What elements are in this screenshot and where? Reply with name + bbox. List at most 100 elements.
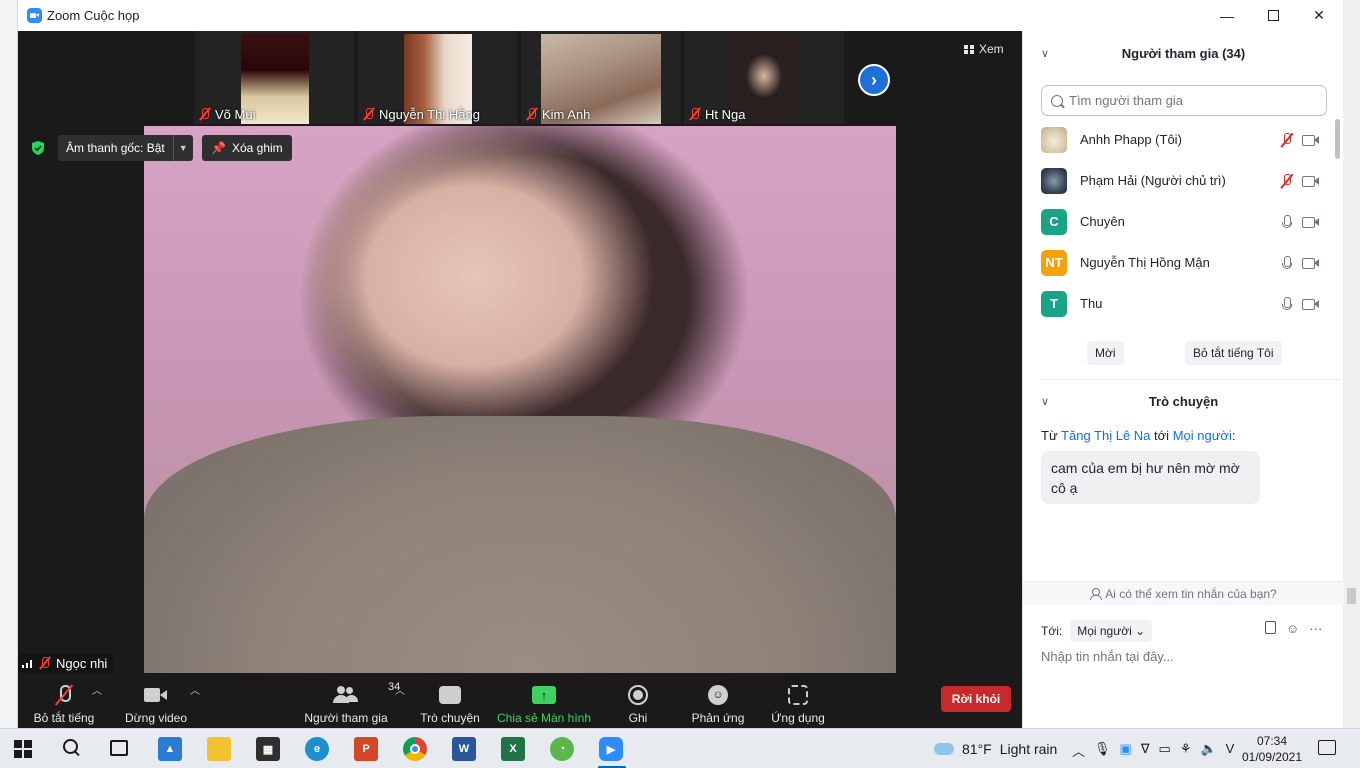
- emoji-icon[interactable]: ☺: [1286, 621, 1299, 636]
- thumbnail-name: Ht Nga: [689, 107, 745, 122]
- chevron-down-icon[interactable]: ∨: [1041, 47, 1049, 60]
- chevron-down-icon[interactable]: ▼: [172, 135, 193, 161]
- avatar: NT: [1041, 249, 1067, 276]
- chat-message-input[interactable]: Nhập tin nhắn tại đây...: [1041, 649, 1174, 664]
- chevron-up-icon[interactable]: ︿: [395, 682, 405, 697]
- participant-row[interactable]: Phạm Hải (Người chủ trì): [1023, 160, 1344, 201]
- excel-icon[interactable]: X: [501, 737, 525, 761]
- participant-row[interactable]: T Thu: [1023, 283, 1344, 324]
- maximize-icon: [1267, 10, 1279, 21]
- mic-muted-icon: [526, 108, 538, 121]
- participants-icon: [333, 686, 359, 704]
- record-button[interactable]: Ghi: [608, 677, 668, 725]
- participant-thumbnail[interactable]: Ht Nga: [684, 31, 844, 124]
- video-camera-icon[interactable]: [1302, 216, 1320, 228]
- chat-header: ∨ Trò chuyện: [1041, 393, 1219, 409]
- microphone-icon[interactable]: [1281, 214, 1293, 230]
- share-screen-button[interactable]: ↑ Chia sẻ Màn hình: [496, 677, 592, 725]
- video-camera-icon[interactable]: [1302, 298, 1320, 310]
- chevron-up-icon[interactable]: ︿: [1072, 741, 1085, 760]
- microphone-icon[interactable]: 🎙: [1094, 741, 1111, 760]
- chevron-right-icon: ›: [871, 69, 877, 90]
- video-camera-icon: [144, 687, 168, 703]
- thumbnail-name: Nguyễn Thị Hằng: [363, 107, 480, 122]
- meeting-toolbar: Bỏ tắt tiếng ︿ Dừng video ︿ 34 Người tha…: [18, 673, 1022, 728]
- chevron-up-icon[interactable]: ︿: [92, 682, 102, 697]
- powerpoint-icon[interactable]: P: [354, 737, 378, 761]
- mic-muted-icon: [363, 108, 375, 121]
- participant-thumbnail[interactable]: Võ Mùi: [194, 31, 354, 124]
- chevron-down-icon[interactable]: ∨: [1041, 395, 1049, 408]
- file-explorer-icon[interactable]: [207, 737, 231, 761]
- thumbnail-strip: Võ Mùi Nguyễn Thị Hằng Kim Anh Ht Nga › …: [18, 31, 1022, 125]
- participant-row[interactable]: C Chuyên: [1023, 201, 1344, 242]
- microphone-icon[interactable]: [1281, 255, 1293, 271]
- participant-thumbnail[interactable]: Nguyễn Thị Hằng: [358, 31, 518, 124]
- participant-row[interactable]: Anhh Phapp (Tôi): [1023, 119, 1344, 160]
- participant-list-scrollbar[interactable]: [1335, 119, 1340, 159]
- zoom-logo-icon: [27, 8, 42, 23]
- word-icon[interactable]: W: [452, 737, 476, 761]
- shield-icon[interactable]: [30, 140, 46, 156]
- next-page-button[interactable]: ›: [858, 64, 890, 96]
- close-window-button[interactable]: ✕: [1296, 0, 1342, 31]
- original-audio-button[interactable]: Âm thanh gốc: Bật ▼: [58, 135, 193, 161]
- reactions-button[interactable]: ☺ Phản ứng: [685, 677, 751, 725]
- zoom-app-icon[interactable]: ▶: [599, 737, 623, 761]
- language-icon[interactable]: ⚘: [1180, 741, 1192, 760]
- sender-name-link[interactable]: Tăng Thị Lê Na: [1061, 428, 1150, 443]
- weather-widget[interactable]: 81°F Light rain: [934, 741, 1057, 757]
- network-icon[interactable]: ▭: [1159, 741, 1171, 760]
- notification-icon[interactable]: [1318, 740, 1336, 755]
- ime-icon[interactable]: V: [1226, 741, 1235, 760]
- video-camera-icon[interactable]: [1302, 134, 1320, 146]
- vpn-icon[interactable]: ∇: [1141, 741, 1150, 760]
- windows-start-icon[interactable]: [14, 740, 32, 758]
- unmute-me-button[interactable]: Bỏ tắt tiếng Tôi: [1185, 341, 1282, 365]
- video-camera-icon[interactable]: [1302, 257, 1320, 269]
- avatar: [1041, 167, 1067, 194]
- coccoc-icon[interactable]: ◔: [550, 737, 574, 761]
- desktop-scrollbar[interactable]: [1347, 588, 1356, 604]
- participant-row[interactable]: NT Nguyễn Thị Hồng Mận: [1023, 242, 1344, 283]
- cloud-rain-icon: [934, 743, 954, 755]
- grid-icon: [964, 44, 974, 54]
- chevron-up-icon[interactable]: ︿: [190, 682, 200, 697]
- meeting-area: Võ Mùi Nguyễn Thị Hằng Kim Anh Ht Nga › …: [18, 31, 1022, 728]
- invite-button[interactable]: Mời: [1087, 341, 1124, 365]
- photos-app-icon[interactable]: ▲: [158, 737, 182, 761]
- participant-search-input[interactable]: Tìm người tham gia: [1041, 85, 1327, 116]
- recipient-select[interactable]: Mọi người ⌄: [1070, 620, 1153, 642]
- edge-icon[interactable]: e: [305, 737, 329, 761]
- volume-icon[interactable]: 🔈: [1200, 741, 1216, 760]
- store-icon[interactable]: ▦: [256, 737, 280, 761]
- mic-muted-icon[interactable]: [1281, 173, 1293, 189]
- video-camera-icon[interactable]: [1302, 175, 1320, 187]
- more-icon[interactable]: ···: [1309, 621, 1322, 636]
- system-clock[interactable]: 07:34 01/09/2021: [1240, 733, 1304, 765]
- apps-button[interactable]: Ứng dụng: [766, 677, 830, 725]
- zoom-tray-icon[interactable]: ▣: [1120, 741, 1132, 760]
- mic-muted-icon[interactable]: [1281, 132, 1293, 148]
- chrome-icon[interactable]: [403, 737, 427, 761]
- chat-recipient-row: Tới: Mọi người ⌄: [1041, 620, 1153, 642]
- leave-meeting-button[interactable]: Rời khỏi: [941, 686, 1011, 712]
- who-can-see-link[interactable]: Ai có thể xem tin nhắn của bạn?: [1023, 581, 1344, 605]
- microphone-icon[interactable]: [1281, 296, 1293, 312]
- view-button[interactable]: Xem: [964, 42, 1004, 56]
- file-icon[interactable]: [1265, 621, 1276, 634]
- participants-button[interactable]: 34 Người tham gia: [301, 677, 400, 725]
- smiley-icon: ☺: [708, 685, 728, 705]
- search-icon[interactable]: [63, 739, 80, 756]
- participant-thumbnail[interactable]: Kim Anh: [521, 31, 681, 124]
- unpin-button[interactable]: 📌 Xóa ghim: [202, 135, 292, 161]
- task-view-icon[interactable]: [110, 740, 128, 756]
- chat-bubble-icon: [439, 686, 461, 704]
- chat-button[interactable]: Trò chuyện: [418, 677, 482, 725]
- recipient-link[interactable]: Mọi người: [1173, 428, 1232, 443]
- share-screen-icon: ↑: [532, 686, 556, 704]
- minimize-button[interactable]: —: [1204, 0, 1250, 31]
- stop-video-button[interactable]: Dừng video: [124, 677, 188, 725]
- maximize-button[interactable]: [1250, 0, 1296, 31]
- unmute-button[interactable]: Bỏ tắt tiếng: [32, 677, 96, 725]
